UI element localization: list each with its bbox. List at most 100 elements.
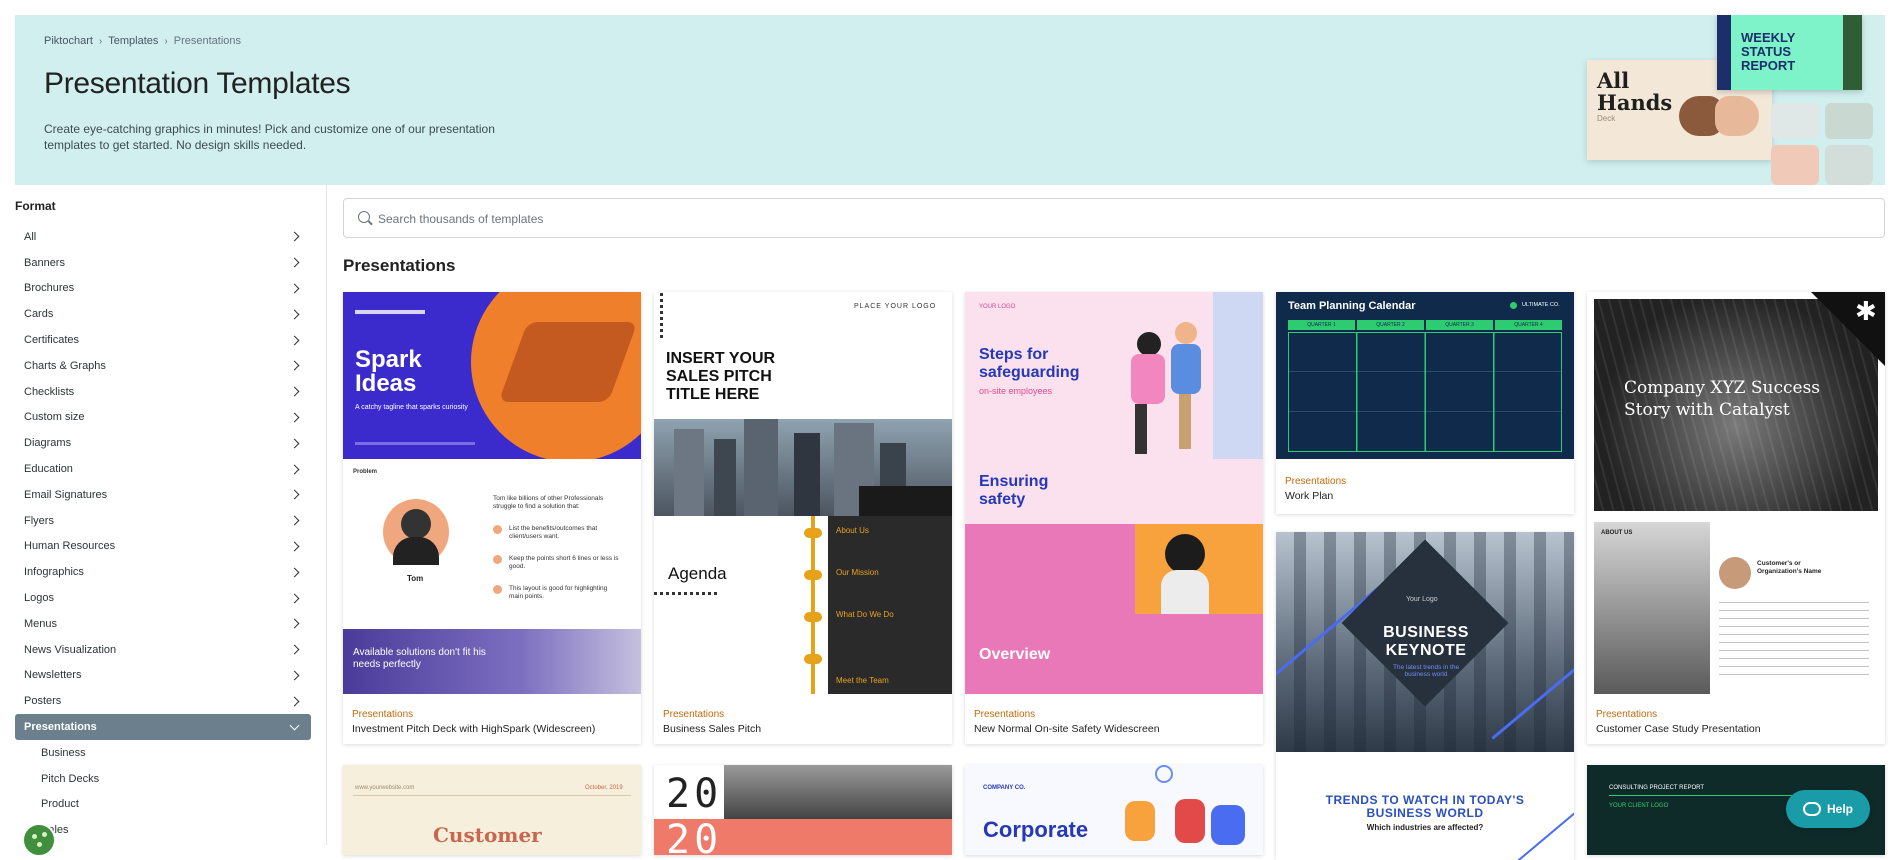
sidebar-item[interactable]: Brochures: [15, 276, 311, 302]
help-button[interactable]: Help: [1786, 790, 1870, 828]
sub-category-list: Business Pitch Decks Product Sales: [15, 740, 311, 843]
sidebar-item[interactable]: Posters: [15, 688, 311, 714]
sidebar-item-label: Flyers: [24, 514, 54, 527]
case-about: ABOUT US: [1601, 530, 1633, 536]
template-category: Presentations: [663, 709, 725, 720]
sidebar-item[interactable]: News Visualization: [15, 637, 311, 663]
search-icon: [358, 211, 370, 223]
template-card[interactable]: www.yourwebsite.com October, 2019 Custom…: [343, 765, 641, 855]
format-nav: All Banners Brochures Cards Certificates Char…: [15, 224, 311, 843]
format-sidebar: Format All Banners Brochures Cards Certifica…: [0, 185, 327, 845]
template-category: Presentations: [352, 709, 414, 720]
sidebar-item[interactable]: Charts & Graphs: [15, 353, 311, 379]
sidebar-item-label: Presentations: [24, 721, 97, 734]
safety-title: Steps for safeguarding: [979, 346, 1080, 381]
template-card[interactable]: COMPANY CO. Corporate: [965, 765, 1263, 855]
chevron-right-icon: [289, 515, 300, 526]
template-card[interactable]: PLACE YOUR LOGO INSERT YOUR SALES PITCH …: [654, 292, 952, 744]
template-thumbnail: Your Logo BUSINESS KEYNOTE The latest tr…: [1276, 532, 1574, 752]
sidebar-item[interactable]: Menus: [15, 611, 311, 637]
template-card[interactable]: Company XYZ Success Story with Catalyst …: [1587, 292, 1885, 744]
sidebar-item[interactable]: Education: [15, 456, 311, 482]
sub-category-item[interactable]: Product: [41, 792, 311, 818]
sidebar-item-label: Certificates: [24, 334, 80, 347]
spark-bottom-text: Available solutions don't fit his needs …: [353, 647, 486, 670]
spark-point: This layout is good for highlighting mai…: [509, 585, 608, 600]
cookie-settings-button[interactable]: [22, 823, 56, 857]
sales-section: Our Mission: [836, 568, 879, 577]
plan-quarter: QUARTER 4: [1495, 320, 1562, 330]
sidebar-item[interactable]: Checklists: [15, 379, 311, 405]
asterisk-icon: ✱: [1855, 296, 1877, 326]
page-title: Presentation Templates: [44, 67, 351, 100]
breadcrumb-home[interactable]: Piktochart: [44, 35, 93, 47]
template-name: New Normal On-site Safety Widescreen: [974, 723, 1160, 735]
r3-client: YOUR CLIENT LOGO: [1609, 803, 1669, 809]
sidebar-item-label: All: [24, 230, 37, 243]
r3-customer: Customer: [433, 823, 542, 847]
all-hands-sub: Deck: [1597, 114, 1616, 123]
r3-web: www.yourwebsite.com: [355, 785, 415, 791]
sidebar-item[interactable]: Banners: [15, 250, 311, 276]
sales-section: Meet the Team: [836, 676, 889, 685]
sidebar-item[interactable]: Email Signatures: [15, 482, 311, 508]
breadcrumb-current: Presentations: [173, 35, 242, 47]
template-category: Presentations: [974, 709, 1036, 720]
sidebar-item[interactable]: Infographics: [15, 559, 311, 585]
chevron-right-icon: [289, 412, 300, 423]
chevron-right-icon: [289, 283, 300, 294]
safety-ensuring: Ensuring safety: [979, 473, 1049, 508]
sub-category-item[interactable]: Pitch Decks: [41, 766, 311, 792]
template-card[interactable]: Team Planning Calendar ULTIMATE CO. QUAR…: [1276, 292, 1574, 514]
sidebar-item[interactable]: Newsletters: [15, 663, 311, 689]
template-card[interactable]: YOUR LOGO Steps for safeguarding on-site…: [965, 292, 1263, 744]
sidebar-item[interactable]: Human Resources: [15, 534, 311, 560]
template-card[interactable]: Your Logo BUSINESS KEYNOTE The latest tr…: [1276, 532, 1574, 860]
keynote-logo: Your Logo: [1406, 596, 1438, 603]
r3-corporate: Corporate: [983, 817, 1089, 842]
chat-icon: [1802, 802, 1821, 816]
chevron-right-icon: [289, 618, 300, 629]
sub-category-item[interactable]: Sales: [41, 817, 311, 843]
spark-problem-label: Problem: [353, 469, 378, 475]
plan-company: ULTIMATE CO.: [1522, 302, 1560, 308]
chevron-right-icon: [289, 541, 300, 552]
sidebar-item-label: Banners: [24, 256, 65, 269]
safety-sub: on-site employees: [979, 386, 1053, 396]
spark-tagline: A catchy tagline that sparks curiosity: [355, 404, 468, 411]
sidebar-item[interactable]: Custom size: [15, 405, 311, 431]
search-bar[interactable]: [343, 198, 1885, 238]
breadcrumb: Piktochart › Templates › Presentations: [44, 35, 241, 47]
sidebar-item-label: Cards: [24, 308, 54, 321]
sidebar-item-label: Infographics: [24, 566, 84, 579]
sales-logo: PLACE YOUR LOGO: [854, 303, 937, 310]
sidebar-item[interactable]: Certificates: [15, 327, 311, 353]
case-title: Company XYZ Success Story with Catalyst: [1624, 378, 1821, 420]
help-label: Help: [1826, 802, 1853, 816]
sidebar-item[interactable]: Cards: [15, 301, 311, 327]
template-card[interactable]: 20 20: [654, 765, 952, 855]
sidebar-item[interactable]: Logos: [15, 585, 311, 611]
search-input[interactable]: [378, 209, 1858, 229]
plan-quarter: QUARTER 1: [1288, 320, 1355, 330]
template-thumbnail: Team Planning Calendar ULTIMATE CO. QUAR…: [1276, 292, 1574, 459]
r3-year: 20: [666, 817, 723, 855]
keynote-sub: The latest trends in the business world: [1392, 664, 1460, 678]
sidebar-item[interactable]: Diagrams: [15, 430, 311, 456]
spark-point: List the benefits/outcomes that client/u…: [509, 525, 598, 540]
chevron-right-icon: [289, 489, 300, 500]
chevron-right-icon: [289, 360, 300, 371]
chevron-right-icon: [289, 231, 300, 242]
sidebar-item[interactable]: All: [15, 224, 311, 250]
sidebar-item[interactable]: Flyers: [15, 508, 311, 534]
chevron-right-icon: [289, 309, 300, 320]
sub-category-item[interactable]: Business: [41, 740, 311, 766]
sidebar-item-presentations[interactable]: Presentations: [15, 714, 311, 740]
chevron-right-icon: [289, 696, 300, 707]
chevron-right-icon: [289, 257, 300, 268]
sidebar-item-label: Newsletters: [24, 669, 82, 682]
template-card[interactable]: Spark Ideas A catchy tagline that sparks…: [343, 292, 641, 744]
r3-year: 20: [666, 771, 723, 817]
breadcrumb-templates[interactable]: Templates: [108, 35, 158, 47]
trends-title: TRENDS TO WATCH IN TODAY'S BUSINESS WORL…: [1325, 793, 1525, 820]
